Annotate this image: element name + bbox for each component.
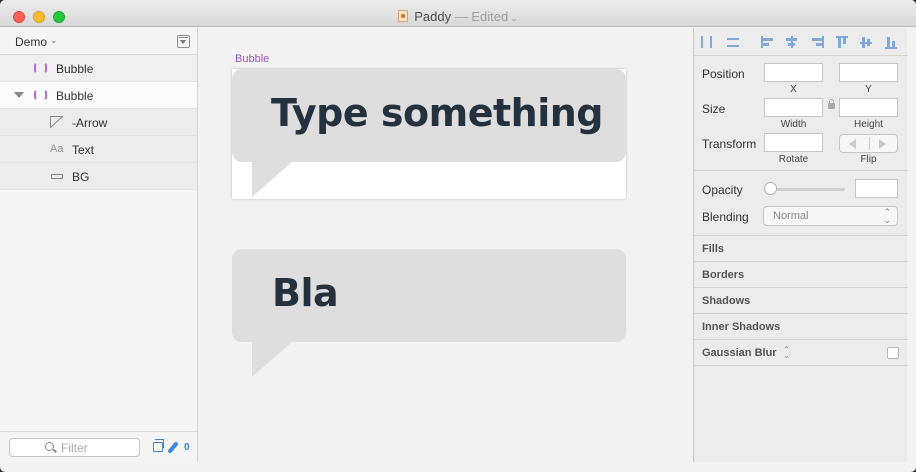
align-top-icon[interactable] [836,36,850,48]
y-field[interactable] [839,63,898,82]
chevron-down-icon: ⌄ [50,35,58,45]
layer-row-bubble-expanded[interactable]: Bubble [0,82,197,109]
bubble-arrow[interactable] [252,162,292,197]
window-title[interactable]: Paddy — Edited ⌄ [0,9,916,24]
edited-status: — Edited [454,9,509,24]
page-name: Demo [15,35,48,49]
layer-name: Bubble [56,62,94,76]
filter-field[interactable] [9,438,140,457]
blending-select[interactable]: Normal ⌃ ⌄ [763,206,898,226]
symbols-filter-icon[interactable] [153,439,164,452]
align-left-icon[interactable] [761,36,775,48]
symbol-icon [34,62,47,74]
opacity-label: Opacity [702,183,743,197]
shape-icon [50,116,63,128]
divider [694,339,908,340]
bubble-arrow[interactable] [252,342,292,377]
distribute-horizontal-icon[interactable] [701,36,715,48]
layer-name: Text [72,143,95,157]
section-gaussian-blur[interactable]: Gaussian Blur [702,347,777,359]
divider [694,313,908,314]
blending-label: Blending [702,210,749,224]
disclosure-triangle-icon[interactable] [14,92,24,98]
height-field[interactable] [839,98,898,117]
flip-horizontal-icon[interactable] [849,139,856,149]
divider [694,365,908,366]
document-icon [398,10,409,22]
layer-row-arrow[interactable]: -Arrow [0,109,197,136]
align-horizontal-center-icon[interactable] [785,36,799,48]
divider [694,235,908,236]
flip-vertical-icon[interactable] [879,139,886,149]
transform-label: Transform [702,137,757,151]
opacity-slider-track[interactable] [771,188,845,191]
size-label: Size [702,102,726,116]
chevron-down-icon: ⌄ [510,13,518,23]
align-bottom-icon[interactable] [885,36,899,49]
layer-row-text[interactable]: Aa Text [0,136,197,163]
y-label: Y [865,84,872,95]
lock-icon[interactable] [828,99,835,109]
rotate-field[interactable] [764,133,823,152]
blending-value: Normal [773,210,809,222]
stepper-icon: ⌃ ⌄ [883,207,891,225]
flip-label: Flip [860,154,877,165]
height-label: Height [854,119,883,130]
canvas[interactable]: Bubble Type something Bla [198,28,693,462]
search-icon [45,442,54,451]
blur-type-stepper-icon[interactable]: ⌃ ⌄ [783,346,790,360]
page-selector[interactable]: Demo ⌄ [0,28,197,55]
filter-input[interactable] [61,441,137,455]
layer-name: Bubble [56,89,94,103]
divider [694,261,908,262]
filter-bar: 0 [0,431,197,462]
align-vertical-center-icon[interactable] [860,36,874,48]
title-bar[interactable]: Paddy — Edited ⌄ [0,0,916,27]
rectangle-icon [51,174,63,179]
layer-name: -Arrow [72,116,108,130]
align-right-icon[interactable] [811,36,825,48]
layer-name: BG [72,170,90,184]
section-inner-shadows[interactable]: Inner Shadows [702,321,780,333]
section-fills[interactable]: Fills [702,243,724,255]
x-field[interactable] [764,63,823,82]
section-borders[interactable]: Borders [702,269,744,281]
document-name: Paddy [414,9,452,24]
text-icon: Aa [50,143,64,155]
layer-row-bg[interactable]: BG [0,163,197,190]
inspector-panel: Position X Y Size Width Height Transform… [693,28,908,462]
width-field[interactable] [764,98,823,117]
filter-count: 0 [184,442,190,453]
bubble-text[interactable]: Type something [271,91,603,135]
divider [694,287,908,288]
artboard[interactable]: Type something [232,69,626,199]
opacity-slider-knob[interactable] [764,182,777,195]
rotate-label: Rotate [778,154,809,165]
opacity-field[interactable] [855,179,898,198]
styles-filter-icon[interactable] [167,441,179,454]
layer-list-panel: Demo ⌄ Bubble Bubble -Arrow Aa Text BG F… [0,28,198,462]
section-shadows[interactable]: Shadows [702,295,750,307]
artboard-label[interactable]: Bubble [235,53,269,65]
app-window: Paddy — Edited ⌄ Demo ⌄ Bubble Bubble -Ar… [0,0,916,472]
width-label: Width [780,119,807,130]
divider [694,170,908,171]
bubble-text[interactable]: Bla [272,271,339,315]
toggle-pages-icon[interactable] [177,35,190,48]
distribute-vertical-icon[interactable] [727,36,741,48]
alignment-toolbar [694,28,908,56]
symbol-icon [34,89,47,101]
gaussian-blur-checkbox[interactable] [887,347,899,359]
layer-row-bubble[interactable]: Bubble [0,55,197,82]
flip-control [839,134,898,153]
x-label: X [790,84,797,95]
position-label: Position [702,67,745,81]
